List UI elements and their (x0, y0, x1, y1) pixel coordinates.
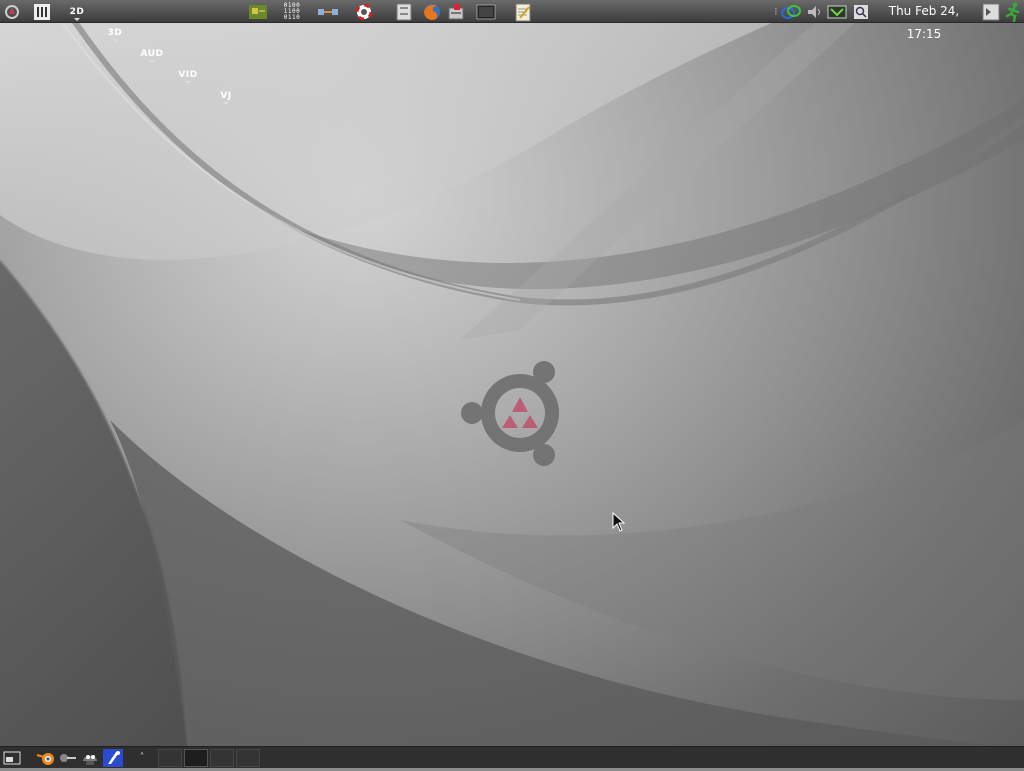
run-icon[interactable] (1002, 1, 1024, 22)
circuit-board-icon[interactable] (247, 1, 269, 22)
inkscape-icon[interactable] (103, 749, 123, 767)
workspace-2[interactable] (184, 749, 208, 767)
window-switch-icon[interactable] (980, 1, 1002, 22)
menu-vj[interactable]: VJ (211, 85, 241, 106)
chevron-down-icon (185, 81, 191, 84)
clock[interactable]: Thu Feb 24, 17:15 (870, 0, 978, 41)
binary-icon[interactable]: 0100 1100 0110 (278, 1, 306, 22)
menu-audio[interactable]: AUD (137, 43, 167, 64)
firefox-icon[interactable] (421, 1, 443, 22)
network-icon[interactable] (316, 1, 340, 22)
desktop-background[interactable] (0, 0, 1024, 768)
chevron-down-icon (223, 102, 229, 105)
file-manager-icon[interactable] (393, 1, 415, 22)
ubuntu-studio-logo (461, 361, 559, 466)
ubuntu-studio-logo-icon[interactable] (1, 1, 23, 22)
wallpaper-curves (0, 0, 1024, 768)
workspace-4[interactable] (236, 749, 260, 767)
bottom-panel: ˄ (0, 746, 1024, 768)
gimp-icon[interactable] (80, 749, 102, 767)
menu-3d[interactable]: 3D (100, 22, 130, 43)
package-icon[interactable] (445, 1, 467, 22)
search-icon[interactable] (851, 1, 871, 22)
volume-icon[interactable] (804, 1, 826, 22)
chevron-down-icon (149, 60, 155, 63)
top-panel: 2D 3D AUD VID VJ 0100 1100 0110 ⋮ Thu Fe… (0, 0, 1024, 105)
workspace-3[interactable] (210, 749, 234, 767)
mixer-icon[interactable] (31, 1, 53, 22)
show-desktop-icon[interactable] (2, 749, 22, 767)
chevron-down-icon (74, 18, 80, 21)
panel-up-arrow[interactable]: ˄ (136, 749, 148, 767)
mouse-pointer-icon (612, 512, 626, 532)
lifebuoy-icon[interactable] (353, 1, 375, 22)
battery-icon[interactable] (826, 1, 848, 22)
chevron-down-icon (112, 39, 118, 42)
text-editor-icon[interactable] (512, 1, 534, 22)
menu-2d[interactable]: 2D (62, 1, 92, 22)
blender-icon[interactable] (36, 749, 58, 767)
terminal-icon[interactable] (475, 1, 497, 22)
audio-tool-icon[interactable] (58, 749, 78, 767)
menu-video[interactable]: VID (173, 64, 203, 85)
workspace-1[interactable] (158, 749, 182, 767)
network-tray-icon[interactable] (779, 1, 803, 22)
binary-line: 0110 (283, 13, 301, 21)
